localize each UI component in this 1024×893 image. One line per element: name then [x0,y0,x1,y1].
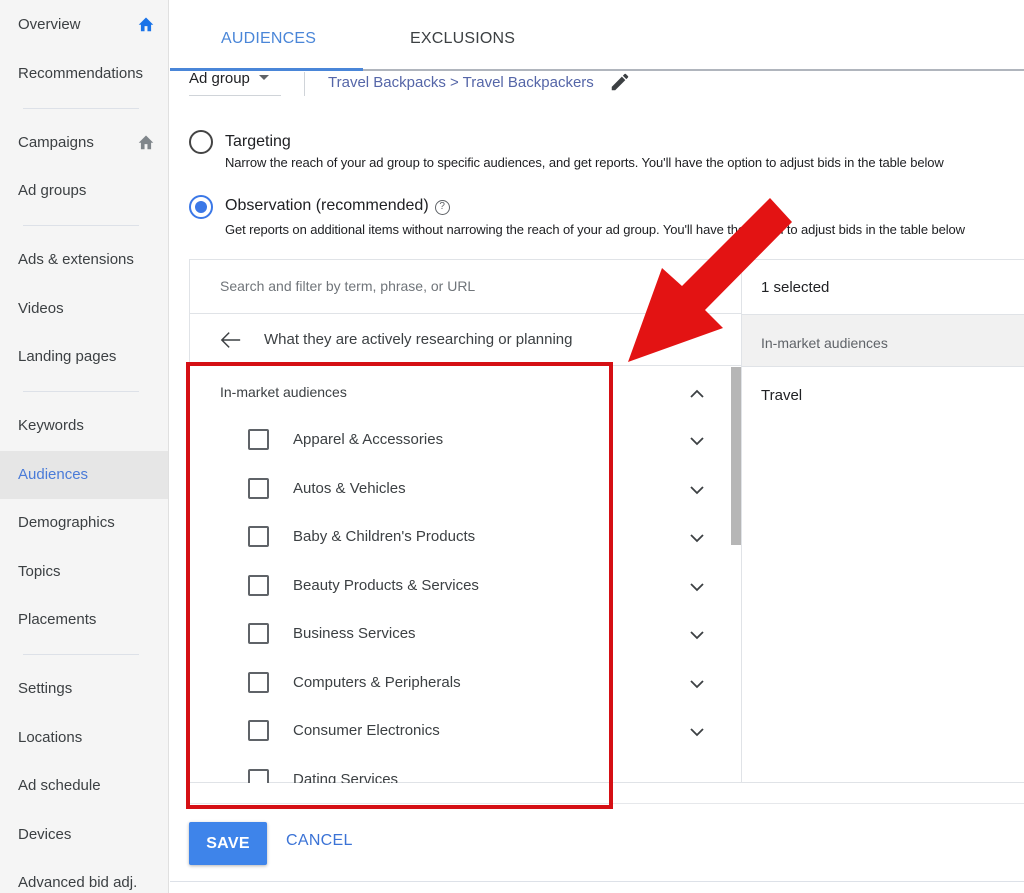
tab-audiences[interactable]: AUDIENCES [221,30,316,48]
targeting-radio[interactable] [189,130,213,154]
selected-audiences-pane: 1 selected In-market audiences Travel [742,260,1024,782]
audience-item-label: Autos & Vehicles [293,480,406,497]
sidebar-divider [23,108,139,109]
checkbox[interactable] [248,769,269,783]
sidebar-item-ad-groups[interactable]: Ad groups [18,182,86,199]
scope-level-label: Ad group [189,70,250,87]
selected-item[interactable]: Travel [761,387,802,404]
chevron-down-icon[interactable] [688,581,706,593]
sidebar-item-placements[interactable]: Placements [18,611,96,628]
home-icon [137,134,155,150]
checkbox[interactable] [248,672,269,693]
tab-exclusions[interactable]: EXCLUSIONS [410,30,515,48]
sidebar-item-overview[interactable]: Overview [18,16,81,33]
audience-item-label: Baby & Children's Products [293,528,475,545]
back-arrow-icon[interactable] [220,330,242,350]
sidebar-item-devices[interactable]: Devices [18,826,71,843]
dropdown-underline [189,95,281,96]
sidebar-item-keywords[interactable]: Keywords [18,417,84,434]
audience-list: In-market audiences Apparel & Accessorie… [190,367,742,783]
sidebar-item-audiences[interactable]: Audiences [18,466,88,483]
audience-list-item[interactable]: Autos & Vehicles [248,478,668,502]
audience-list-item[interactable]: Consumer Electronics [248,720,668,744]
observation-option: Observation (recommended)? [225,197,450,215]
audience-item-label: Business Services [293,625,416,642]
dropdown-caret-icon [259,75,269,80]
chevron-down-icon[interactable] [688,532,706,544]
checkbox[interactable] [248,526,269,547]
selected-count: 1 selected [761,279,829,296]
sidebar-item-videos[interactable]: Videos [18,300,64,317]
audience-item-label: Apparel & Accessories [293,431,443,448]
category-back-row[interactable]: What they are actively researching or pl… [190,314,741,366]
sidebar-item-advanced-bid-adj[interactable]: Advanced bid adj. [18,874,137,891]
vertical-separator [304,72,305,96]
audience-item-label: Computers & Peripherals [293,674,461,691]
chevron-down-icon[interactable] [688,629,706,641]
checkbox[interactable] [248,478,269,499]
scope-level-dropdown[interactable]: Ad group [189,70,269,87]
audience-list-item[interactable]: Baby & Children's Products [248,526,668,550]
audience-list-item[interactable]: Apparel & Accessories [248,429,668,453]
sidebar-divider [23,225,139,226]
sidebar-item-locations[interactable]: Locations [18,729,82,746]
sidebar-item-demographics[interactable]: Demographics [18,514,115,531]
sidebar-item-topics[interactable]: Topics [18,563,61,580]
cancel-button[interactable]: CANCEL [286,832,353,850]
audience-list-item[interactable]: Dating Services [248,769,668,783]
scrollbar-thumb[interactable] [731,367,741,545]
chevron-down-icon[interactable] [688,484,706,496]
selected-category-header: In-market audiences [761,335,888,351]
search-input[interactable] [220,278,700,294]
chevron-up-icon[interactable] [688,388,706,400]
save-button[interactable]: SAVE [189,822,267,865]
audience-list-item[interactable]: Business Services [248,623,668,647]
home-icon [137,16,155,32]
observation-label: Observation (recommended) [225,197,429,214]
panel-divider [189,803,1024,804]
sidebar-item-recommendations[interactable]: Recommendations [18,65,143,82]
search-row [190,260,741,314]
sidebar-divider [23,654,139,655]
checkbox[interactable] [248,720,269,741]
help-icon[interactable]: ? [435,200,450,215]
chevron-down-icon[interactable] [688,435,706,447]
audience-browser: What they are actively researching or pl… [190,260,742,782]
sidebar-divider [23,391,139,392]
audience-picker-panel: What they are actively researching or pl… [189,259,1024,783]
observation-description: Get reports on additional items without … [225,222,965,237]
breadcrumb[interactable]: Travel Backpacks > Travel Backpackers [328,74,594,91]
targeting-label: Targeting [225,133,291,151]
targeting-description: Narrow the reach of your ad group to spe… [225,155,944,170]
pencil-icon[interactable] [609,71,631,93]
sidebar-item-settings[interactable]: Settings [18,680,72,697]
selected-category-header-row: In-market audiences [742,314,1024,367]
group-header[interactable]: In-market audiences [220,384,347,400]
sidebar-item-landing-pages[interactable]: Landing pages [18,348,116,365]
audience-item-label: Dating Services [293,771,398,783]
observation-radio[interactable] [189,195,213,219]
audience-item-label: Consumer Electronics [293,722,440,739]
audience-item-label: Beauty Products & Services [293,577,479,594]
checkbox[interactable] [248,429,269,450]
sidebar-item-campaigns[interactable]: Campaigns [18,134,94,151]
checkbox[interactable] [248,623,269,644]
chevron-down-icon[interactable] [688,678,706,690]
sidebar-item-ad-schedule[interactable]: Ad schedule [18,777,101,794]
sidebar-nav: Overview Recommendations Campaigns Ad gr… [0,0,169,893]
sidebar-item-ads-extensions[interactable]: Ads & extensions [18,251,134,268]
audience-list-item[interactable]: Computers & Peripherals [248,672,668,696]
checkbox[interactable] [248,575,269,596]
footer-divider [170,881,1024,882]
category-title: What they are actively researching or pl… [264,331,573,348]
audience-list-item[interactable]: Beauty Products & Services [248,575,668,599]
chevron-down-icon[interactable] [688,726,706,738]
